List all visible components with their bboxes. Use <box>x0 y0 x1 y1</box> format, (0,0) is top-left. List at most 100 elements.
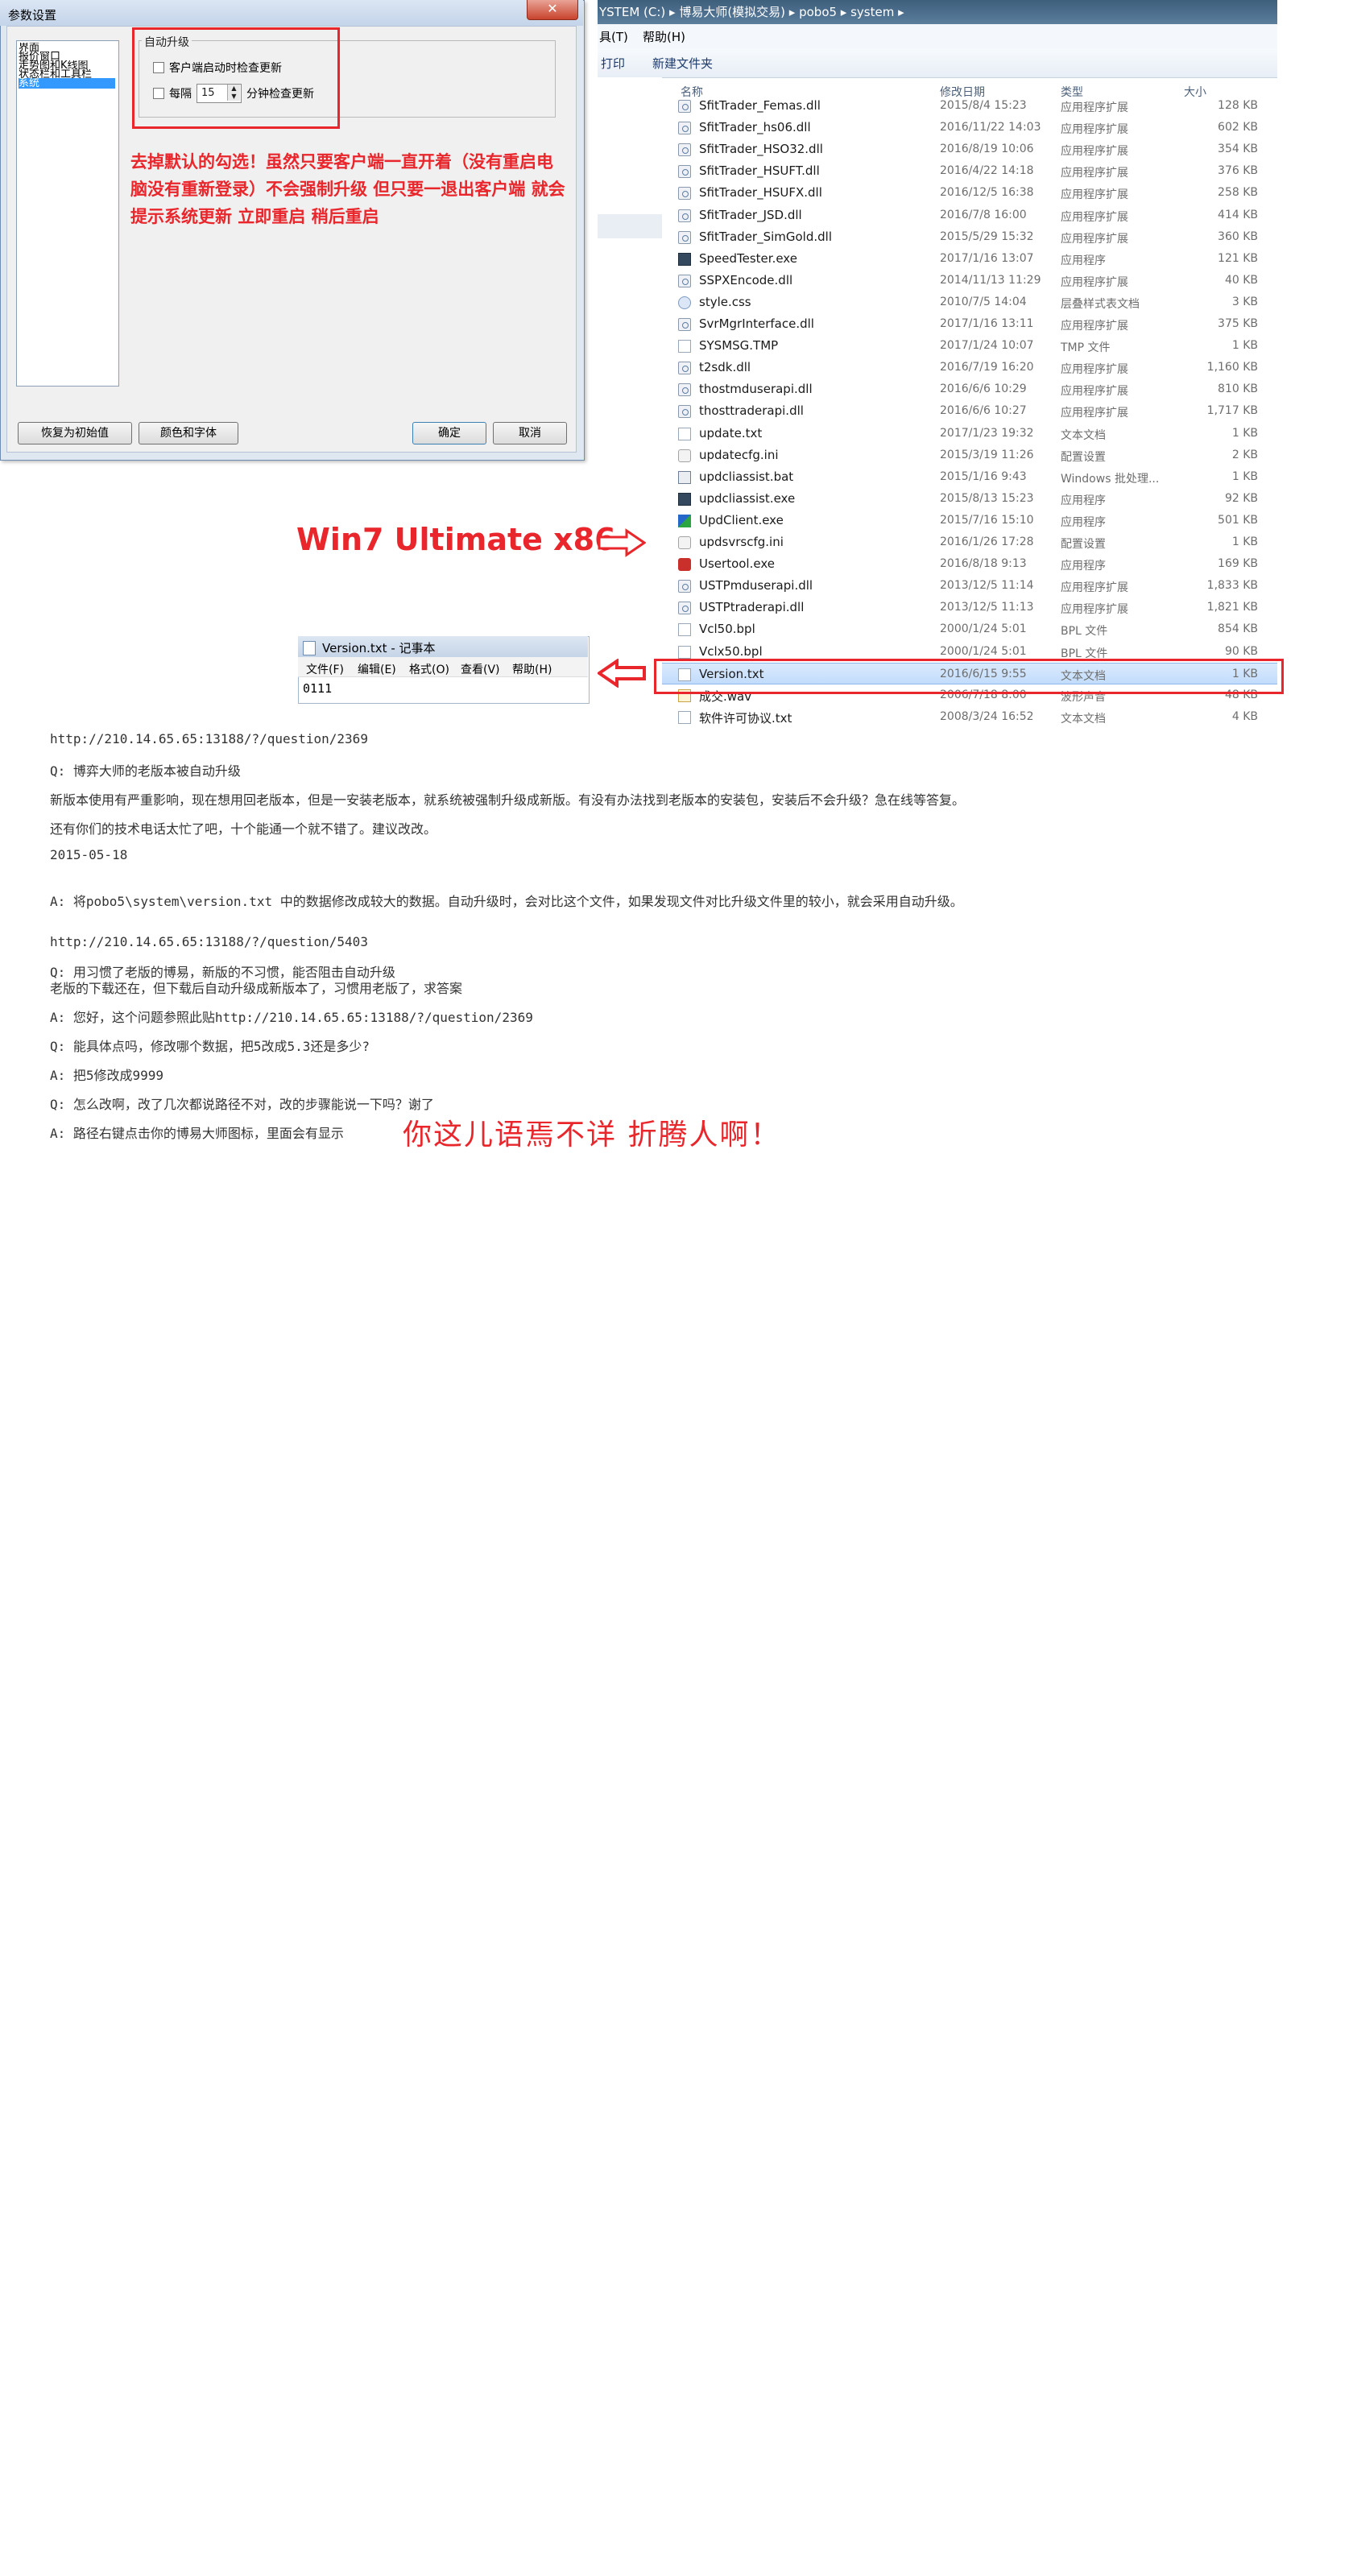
file-row[interactable]: SpeedTester.exe 2017/1/16 13:07 应用程序 121 KB <box>662 248 1277 270</box>
file-date: 2016/12/5 16:38 <box>940 186 1034 200</box>
file-row[interactable]: SfitTrader_hs06.dll 2016/11/22 14:03 应用程序扩… <box>662 117 1277 139</box>
file-row[interactable]: SvrMgrInterface.dll 2017/1/16 13:11 应用程序扩展… <box>662 313 1277 335</box>
ok-button[interactable]: 确定 <box>412 422 486 444</box>
file-row[interactable]: t2sdk.dll 2016/7/19 16:20 应用程序扩展 1,160 KB <box>662 357 1277 378</box>
file-type: 应用程序扩展 <box>1061 145 1128 159</box>
notepad-content[interactable]: 0111 <box>303 681 332 696</box>
file-size: 1 KB <box>1231 535 1258 548</box>
file-row[interactable]: USTPtraderapi.dll 2013/12/5 11:13 应用程序扩展 1,… <box>662 597 1277 618</box>
file-row[interactable]: UpdClient.exe 2015/7/16 15:10 应用程序 501 KB <box>662 510 1277 531</box>
file-type: 文本文档 <box>1061 712 1106 726</box>
file-row[interactable]: updcliassist.bat 2015/1/16 9:43 Windows 批处… <box>662 466 1277 488</box>
file-row[interactable]: SfitTrader_Femas.dll 2015/8/4 15:23 应用程序扩展… <box>662 95 1277 117</box>
new-folder-button[interactable]: 新建文件夹 <box>652 55 713 72</box>
file-row[interactable]: USTPmduserapi.dll 2013/12/5 11:14 应用程序扩展 1,… <box>662 575 1277 597</box>
file-date: 2015/8/13 15:23 <box>940 491 1034 505</box>
file-date: 2008/3/24 16:52 <box>940 709 1034 723</box>
file-name: SSPXEncode.dll <box>699 272 793 287</box>
notepad-menu-view[interactable]: 查看(V) <box>461 661 500 677</box>
cancel-button[interactable]: 取消 <box>493 422 567 444</box>
file-row[interactable]: SfitTrader_HSO32.dll 2016/8/19 10:06 应用程序扩… <box>662 139 1277 160</box>
file-row[interactable]: Usertool.exe 2016/8/18 9:13 应用程序 169 KB <box>662 553 1277 575</box>
settings-tree[interactable]: 界面 报价窗口 走势图和K线图 状态栏和工具栏 系统 <box>16 40 119 387</box>
file-type: 应用程序扩展 <box>1061 407 1128 420</box>
file-name: SfitTrader_hs06.dll <box>699 120 811 135</box>
print-button[interactable]: 打印 <box>601 55 625 72</box>
updclient-icon <box>678 514 691 527</box>
dialog-close-button[interactable]: ✕ <box>527 0 578 20</box>
file-row[interactable]: SfitTrader_JSD.dll 2016/7/8 16:00 应用程序扩展 41… <box>662 205 1277 226</box>
file-row[interactable]: updsvrscfg.ini 2016/1/26 17:28 配置设置 1 KB <box>662 531 1277 553</box>
file-date: 2016/6/6 10:29 <box>940 382 1027 396</box>
file-size: 810 KB <box>1218 382 1258 396</box>
file-date: 2015/5/29 15:32 <box>940 229 1034 243</box>
reset-defaults-button[interactable]: 恢复为初始值 <box>18 422 132 444</box>
file-size: 169 KB <box>1218 557 1258 571</box>
file-date: 2016/4/22 14:18 <box>940 164 1034 178</box>
file-name: SvrMgrInterface.dll <box>699 316 814 331</box>
notepad-menu-file[interactable]: 文件(F) <box>306 661 344 677</box>
file-name: thosttraderapi.dll <box>699 403 804 419</box>
file-date: 2015/3/19 11:26 <box>940 448 1034 461</box>
file-row[interactable]: SfitTrader_SimGold.dll 2015/5/29 15:32 应用程… <box>662 226 1277 248</box>
file-row[interactable]: style.css 2010/7/5 14:04 层叠样式表文档 3 KB <box>662 292 1277 313</box>
file-row[interactable]: SSPXEncode.dll 2014/11/13 11:29 应用程序扩展 40 K… <box>662 270 1277 292</box>
file-size: 1,160 KB <box>1206 361 1258 374</box>
file-size: 1 KB <box>1231 426 1258 440</box>
menu-tools[interactable]: 具(T) <box>599 28 628 45</box>
file-type: 应用程序 <box>1061 560 1106 573</box>
forum-answer-2: A: 您好，这个问题参照此贴http://210.14.65.65:13188/… <box>50 1010 533 1025</box>
file-name: SfitTrader_HSUFT.dll <box>699 163 820 179</box>
file-type: 文本文档 <box>1061 428 1106 442</box>
forum-question-3: Q: 能具体点吗，修改哪个数据，把5改成5.3还是多少? <box>50 1039 370 1054</box>
file-name: updcliassist.bat <box>699 469 794 484</box>
file-row[interactable]: Vcl50.bpl 2000/1/24 5:01 BPL 文件 854 KB <box>662 618 1277 640</box>
file-date: 2017/1/23 19:32 <box>940 426 1034 440</box>
forum-link-5403[interactable]: http://210.14.65.65:13188/?/question/540… <box>50 934 368 949</box>
file-row[interactable]: thostmduserapi.dll 2016/6/6 10:29 应用程序扩展 81… <box>662 378 1277 400</box>
file-row[interactable]: 软件许可协议.txt 2008/3/24 16:52 文本文档 4 KB <box>662 706 1277 728</box>
navigation-pane-selected[interactable] <box>598 214 662 238</box>
file-size: 1 KB <box>1231 339 1258 353</box>
file-row[interactable]: SfitTrader_HSUFT.dll 2016/4/22 14:18 应用程序扩… <box>662 160 1277 182</box>
notepad-menu-help[interactable]: 帮助(H) <box>512 661 552 677</box>
menu-help[interactable]: 帮助(H) <box>643 28 685 45</box>
file-row[interactable]: update.txt 2017/1/23 19:32 文本文档 1 KB <box>662 423 1277 444</box>
file-type: 应用程序扩展 <box>1061 210 1128 224</box>
notepad-menu-edit[interactable]: 编辑(E) <box>358 661 396 677</box>
dll-icon <box>678 274 691 287</box>
notepad-menu-format[interactable]: 格式(O) <box>409 661 449 677</box>
dialog-titlebar[interactable] <box>0 0 583 26</box>
file-date: 2017/1/24 10:07 <box>940 339 1034 353</box>
dll-icon <box>678 143 691 157</box>
file-size: 1 KB <box>1231 469 1258 483</box>
bat-icon <box>678 470 691 484</box>
file-row[interactable]: updatecfg.ini 2015/3/19 11:26 配置设置 2 KB <box>662 444 1277 466</box>
file-icon <box>678 340 691 354</box>
dll-icon <box>678 100 691 113</box>
file-row[interactable]: SfitTrader_HSUFX.dll 2016/12/5 16:38 应用程序扩… <box>662 182 1277 204</box>
tree-item-system[interactable]: 系统 <box>19 78 115 89</box>
color-font-button[interactable]: 颜色和字体 <box>139 422 238 444</box>
dialog-title: 参数设置 <box>8 8 57 23</box>
file-size: 1,833 KB <box>1206 579 1258 593</box>
file-size: 92 KB <box>1224 491 1258 505</box>
file-row[interactable]: SYSMSG.TMP 2017/1/24 10:07 TMP 文件 1 KB <box>662 335 1277 357</box>
address-path[interactable]: YSTEM (C:) ▸ 博易大师(模拟交易) ▸ pobo5 ▸ system… <box>599 3 904 20</box>
forum-link-2369[interactable]: http://210.14.65.65:13188/?/question/236… <box>50 731 368 746</box>
arrow-left-icon <box>598 659 646 688</box>
forum-answer-4: A: 路径右键点击你的博易大师图标，里面会有显示 <box>50 1126 344 1141</box>
forum-answer: A: 将pobo5\system\version.txt 中的数据修改成较大的数… <box>50 894 963 909</box>
file-name: SYSMSG.TMP <box>699 338 779 354</box>
file-row[interactable]: thosttraderapi.dll 2016/6/6 10:27 应用程序扩展 1,… <box>662 400 1277 422</box>
file-date: 2016/8/18 9:13 <box>940 557 1027 571</box>
file-name: Vclx50.bpl <box>699 643 763 659</box>
file-type: 应用程序扩展 <box>1061 581 1128 595</box>
navigation-pane[interactable] <box>598 77 662 725</box>
forum-date: 2015-05-18 <box>50 847 128 862</box>
file-type: 应用程序扩展 <box>1061 603 1128 617</box>
ini-icon <box>678 536 691 549</box>
dll-icon <box>678 383 691 397</box>
file-size: 90 KB <box>1224 644 1258 658</box>
file-row[interactable]: updcliassist.exe 2015/8/13 15:23 应用程序 92 KB <box>662 488 1277 510</box>
